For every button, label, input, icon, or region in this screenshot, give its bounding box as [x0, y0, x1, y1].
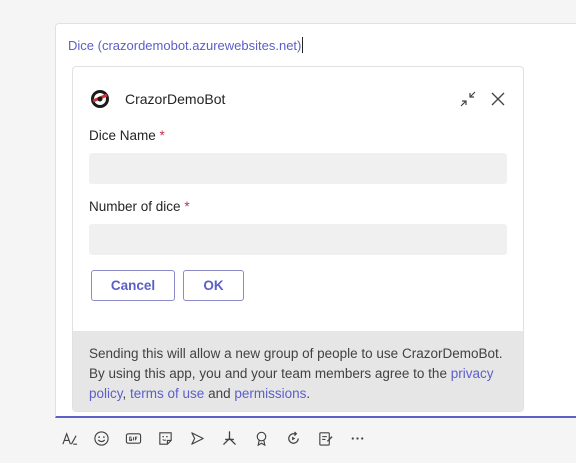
compose-box[interactable]: Dice (crazordemobot.azurewebsites.net) C…: [55, 23, 576, 418]
required-mark: *: [184, 199, 190, 214]
praise-button[interactable]: [250, 428, 273, 448]
text-cursor: [302, 37, 304, 53]
bot-logo-icon: [91, 90, 109, 108]
close-button[interactable]: [489, 90, 507, 108]
collapse-button[interactable]: [459, 90, 477, 108]
sticker-icon: [159, 431, 172, 445]
close-icon: [491, 92, 505, 106]
gif-button[interactable]: [122, 428, 145, 448]
praise-icon: [256, 431, 267, 446]
number-of-dice-label: Number of dice *: [89, 199, 190, 214]
consent-separator: ,: [122, 386, 131, 401]
loop-button[interactable]: [282, 428, 305, 448]
link-preview-text[interactable]: Dice (crazordemobot.azurewebsites.net): [68, 37, 304, 53]
cancel-button[interactable]: Cancel: [91, 270, 175, 301]
more-apps-button[interactable]: [314, 428, 337, 448]
ok-button[interactable]: OK: [183, 270, 244, 301]
compose-toolbar: [58, 428, 369, 448]
consent-text: Sending this will allow a new group of p…: [89, 346, 503, 381]
loop-icon: [288, 430, 299, 444]
consent-end: .: [306, 386, 311, 401]
meet-icon: [191, 431, 204, 445]
link-text[interactable]: Dice (crazordemobot.azurewebsites.net): [68, 38, 301, 53]
dice-name-label: Dice Name *: [89, 128, 165, 143]
card-header: CrazorDemoBot: [89, 87, 507, 111]
required-mark: *: [159, 128, 165, 143]
adaptive-card: CrazorDemoBot Dice Name * Number of dice…: [72, 66, 524, 412]
emoji-icon: [94, 430, 109, 446]
stream-button[interactable]: [218, 428, 241, 448]
format-button[interactable]: [58, 428, 81, 448]
more-options-button[interactable]: [346, 428, 369, 448]
terms-of-use-link[interactable]: terms of use: [130, 386, 204, 401]
stream-icon: [223, 430, 236, 445]
collapse-icon: [460, 91, 476, 107]
dice-name-label-text: Dice Name: [89, 128, 156, 143]
emoji-button[interactable]: [90, 428, 113, 448]
format-icon: [62, 431, 78, 445]
permissions-link[interactable]: permissions: [234, 386, 306, 401]
sticker-button[interactable]: [154, 428, 177, 448]
number-of-dice-input[interactable]: [89, 224, 507, 255]
consent-footer: Sending this will allow a new group of p…: [73, 331, 523, 411]
more-apps-icon: [319, 431, 333, 446]
card-header-actions: [459, 90, 507, 108]
consent-and: and: [204, 386, 235, 401]
gif-icon: [125, 432, 142, 444]
dice-name-input[interactable]: [89, 153, 507, 184]
meet-button[interactable]: [186, 428, 209, 448]
number-of-dice-label-text: Number of dice: [89, 199, 181, 214]
more-options-icon: [351, 436, 364, 440]
bot-name: CrazorDemoBot: [125, 91, 226, 107]
